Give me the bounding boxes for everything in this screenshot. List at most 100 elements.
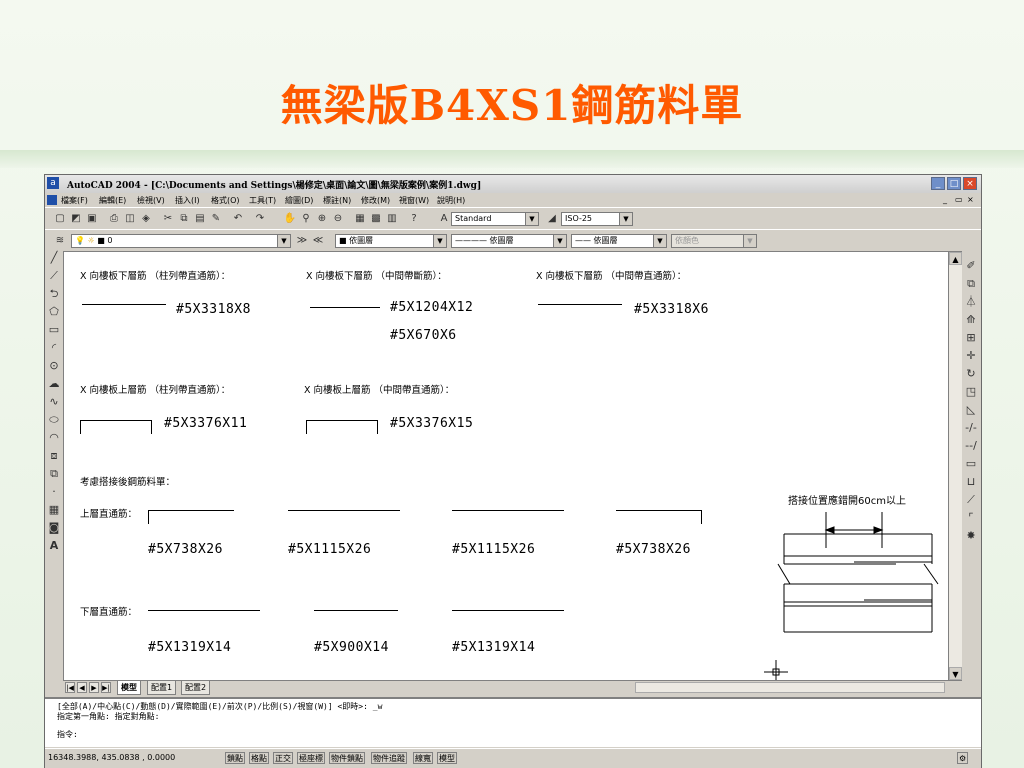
cut-icon[interactable]: ✂ — [161, 212, 175, 226]
menu-insert[interactable]: 插入(I) — [175, 195, 200, 206]
maximize-button[interactable]: □ — [947, 177, 961, 190]
menu-draw[interactable]: 繪圖(D) — [285, 195, 313, 206]
minimize-button[interactable]: _ — [931, 177, 945, 190]
tab-layout2[interactable]: 配置2 — [181, 681, 211, 695]
text-style-select[interactable]: Standard ▼ — [451, 212, 539, 226]
layer-manager-icon[interactable]: ≋ — [53, 234, 67, 248]
ellipse-icon[interactable]: ⬭ — [47, 413, 61, 427]
erase-icon[interactable]: ✐ — [964, 259, 978, 273]
horizontal-scrollbar[interactable] — [635, 682, 945, 693]
open-icon[interactable]: ◩ — [69, 212, 83, 226]
hatch-icon[interactable]: ▦ — [47, 503, 61, 517]
model-toggle[interactable]: 模型 — [437, 752, 457, 764]
construction-line-icon[interactable]: ⟋ — [47, 269, 61, 283]
menu-edit[interactable]: 編輯(E) — [99, 195, 126, 206]
text-style-icon[interactable]: A — [437, 212, 451, 226]
lineweight-toggle[interactable]: 線寬 — [413, 752, 433, 764]
make-object-layer-current-icon[interactable]: ≫ — [295, 234, 309, 248]
plot-preview-icon[interactable]: ◫ — [123, 212, 137, 226]
color-select[interactable]: ■ 依圖層 ▼ — [335, 234, 447, 248]
mirror-icon[interactable]: ⏃ — [964, 295, 978, 309]
undo-icon[interactable]: ↶ — [231, 212, 245, 226]
autocad-app-icon[interactable]: a — [47, 177, 59, 189]
last-tab-arrow[interactable]: ▶| — [101, 682, 111, 693]
publish-icon[interactable]: ◈ — [139, 212, 153, 226]
otrack-toggle[interactable]: 物件追蹤 — [371, 752, 407, 764]
array-icon[interactable]: ⊞ — [964, 331, 978, 345]
region-icon[interactable]: ◙ — [47, 521, 61, 535]
layer-select[interactable]: 💡 ☼ ■ 0 ▼ — [71, 234, 291, 248]
help-icon[interactable]: ? — [407, 212, 421, 226]
tray-settings-icon[interactable]: ⚙ — [957, 752, 969, 764]
chevron-down-icon[interactable]: ▼ — [553, 235, 566, 247]
next-tab-arrow[interactable]: ▶ — [89, 682, 99, 693]
redo-icon[interactable]: ↷ — [253, 212, 267, 226]
prev-tab-arrow[interactable]: ◀ — [77, 682, 87, 693]
dim-style-select[interactable]: ISO-25 ▼ — [561, 212, 633, 226]
multiline-text-icon[interactable]: A — [47, 539, 61, 553]
line-icon[interactable]: ╱ — [47, 251, 61, 265]
chevron-down-icon[interactable]: ▼ — [277, 235, 290, 247]
dim-style-icon[interactable]: ◢ — [545, 212, 559, 226]
make-block-icon[interactable]: ⧉ — [47, 467, 61, 481]
break-icon[interactable]: ▭ — [964, 457, 978, 471]
copy-clip-icon[interactable]: ⧉ — [177, 212, 191, 226]
point-icon[interactable]: · — [47, 485, 61, 499]
tab-layout1[interactable]: 配置1 — [147, 681, 177, 695]
extend-icon[interactable]: --/ — [964, 439, 978, 453]
move-icon[interactable]: ✛ — [964, 349, 978, 363]
title-bar[interactable]: a AutoCAD 2004 - [C:\Documents and Setti… — [45, 175, 981, 193]
menu-tools[interactable]: 工具(T) — [249, 195, 276, 206]
properties-icon[interactable]: ▦ — [353, 212, 367, 226]
circle-icon[interactable]: ⊙ — [47, 359, 61, 373]
menu-view[interactable]: 檢視(V) — [137, 195, 165, 206]
coordinate-readout[interactable]: 16348.3988, 435.0838 , 0.0000 — [48, 753, 175, 762]
pan-icon[interactable]: ✋ — [283, 212, 297, 226]
grid-toggle[interactable]: 格點 — [249, 752, 269, 764]
command-window[interactable]: [全部(A)/中心點(C)/動態(D)/實際範圍(E)/前次(P)/比例(S)/… — [45, 697, 981, 747]
polyline-icon[interactable]: ⮌ — [47, 287, 61, 301]
scroll-down-arrow[interactable]: ▼ — [949, 667, 962, 680]
match-properties-icon[interactable]: ✎ — [209, 212, 223, 226]
explode-icon[interactable]: ✸ — [964, 529, 978, 543]
ortho-toggle[interactable]: 正交 — [273, 752, 293, 764]
offset-icon[interactable]: ⟰ — [964, 313, 978, 327]
lineweight-select[interactable]: —— 依圖層 ▼ — [571, 234, 667, 248]
scroll-up-arrow[interactable]: ▲ — [949, 252, 962, 265]
snap-toggle[interactable]: 鎖點 — [225, 752, 245, 764]
zoom-realtime-icon[interactable]: ⚲ — [299, 212, 313, 226]
tab-model[interactable]: 模型 — [117, 681, 141, 695]
ellipse-arc-icon[interactable]: ◠ — [47, 431, 61, 445]
chevron-down-icon[interactable]: ▼ — [525, 213, 538, 225]
doc-close-button[interactable]: × — [967, 195, 974, 204]
doc-restore-button[interactable]: ▭ — [955, 195, 963, 204]
polygon-icon[interactable]: ⬠ — [47, 305, 61, 319]
chevron-down-icon[interactable]: ▼ — [653, 235, 666, 247]
scale-icon[interactable]: ◳ — [964, 385, 978, 399]
trim-icon[interactable]: -/- — [964, 421, 978, 435]
menu-dimension[interactable]: 標註(N) — [323, 195, 351, 206]
vertical-scrollbar[interactable]: ▲ ▼ — [949, 251, 962, 681]
new-icon[interactable]: ▢ — [53, 212, 67, 226]
design-center-icon[interactable]: ▩ — [369, 212, 383, 226]
osnap-toggle[interactable]: 物件鎖點 — [329, 752, 365, 764]
doc-minimize-button[interactable]: _ — [943, 195, 947, 204]
break-at-point-icon[interactable]: ⊔ — [964, 475, 978, 489]
linetype-select[interactable]: ———— 依圖層 ▼ — [451, 234, 567, 248]
zoom-window-icon[interactable]: ⊕ — [315, 212, 329, 226]
save-icon[interactable]: ▣ — [85, 212, 99, 226]
print-icon[interactable]: ⎙ — [107, 212, 121, 226]
menu-modify[interactable]: 修改(M) — [361, 195, 390, 206]
chevron-down-icon[interactable]: ▼ — [433, 235, 446, 247]
rotate-icon[interactable]: ↻ — [964, 367, 978, 381]
menu-help[interactable]: 說明(H) — [437, 195, 465, 206]
document-icon[interactable] — [47, 195, 57, 205]
drawing-area[interactable]: X 向樓板下層筋 （柱列帶直通筋）： #5X3318X8 X 向樓板下層筋 （中… — [63, 251, 949, 681]
menu-format[interactable]: 格式(O) — [211, 195, 240, 206]
insert-block-icon[interactable]: ⧈ — [47, 449, 61, 463]
first-tab-arrow[interactable]: |◀ — [65, 682, 75, 693]
revision-cloud-icon[interactable]: ☁ — [47, 377, 61, 391]
copy-icon[interactable]: ⧉ — [964, 277, 978, 291]
chamfer-icon[interactable]: ⟋ — [964, 493, 978, 507]
arc-icon[interactable]: ◜ — [47, 341, 61, 355]
